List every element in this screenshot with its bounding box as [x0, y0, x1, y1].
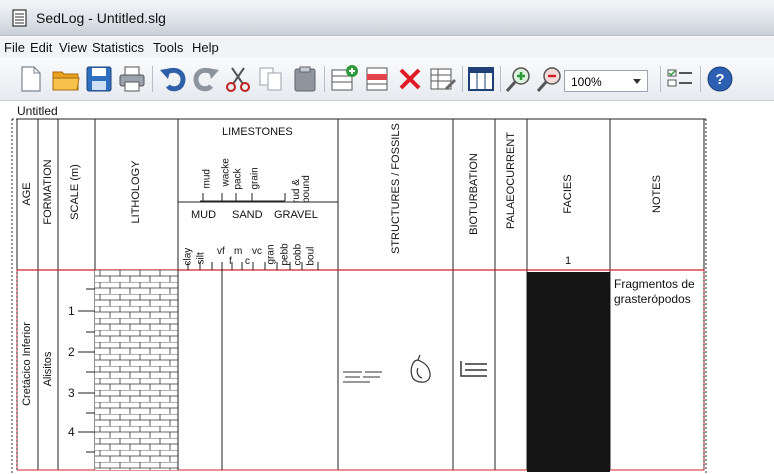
chevron-down-icon — [633, 79, 641, 84]
limestone-type-label: grain — [249, 167, 261, 190]
toolbar-separator — [152, 66, 153, 92]
formation-value: Alisitos — [42, 351, 54, 387]
grain-size-label: pebb — [279, 243, 291, 266]
header-palaeocurrent: PALAEOCURRENT — [505, 132, 517, 229]
header-formation: FORMATION — [42, 159, 54, 225]
grain-size-label: clay — [182, 247, 194, 266]
toolbar-separator — [324, 66, 325, 92]
grain-size-label: vf — [217, 246, 225, 257]
menu-view[interactable]: View — [59, 40, 87, 55]
zoom-select[interactable]: 100% — [564, 70, 648, 92]
grain-size-label: f — [229, 256, 232, 267]
facies-number: 1 — [565, 255, 572, 267]
notes-cell[interactable]: Fragmentos de grasterópodos — [614, 277, 704, 307]
document-title: Untitled — [17, 104, 58, 118]
grain-group-label: GRAVEL — [274, 209, 318, 221]
grain-group-label: SAND — [232, 209, 263, 221]
zoom-value: 100% — [571, 75, 602, 89]
options-icon[interactable] — [664, 64, 696, 94]
svg-text:?: ? — [715, 71, 724, 88]
insert-bed-icon[interactable] — [328, 64, 360, 94]
grain-size-label: boul — [305, 246, 317, 266]
limestone-type-label: mud — [201, 169, 213, 189]
limestone-type-label: wacke — [220, 158, 232, 187]
age-value: Cretácico Inferior — [21, 322, 33, 406]
grain-size-label: c — [245, 256, 250, 267]
edit-grid-icon[interactable] — [427, 64, 459, 94]
header-notes: NOTES — [651, 175, 663, 213]
scale-tick-label: 3 — [68, 386, 75, 400]
header-facies: FACIES — [562, 174, 574, 214]
menu-statistics[interactable]: Statistics — [92, 40, 144, 55]
scale-tick-label: 2 — [68, 345, 75, 359]
app-icon — [12, 9, 27, 27]
menu-help[interactable]: Help — [192, 40, 219, 55]
facies-fill[interactable] — [527, 272, 610, 472]
paste-icon[interactable] — [289, 64, 321, 94]
grain-size-label: silt — [195, 252, 207, 265]
grain-group-label: MUD — [191, 209, 217, 221]
menu-bar: File Edit View Statistics Tools Help — [0, 37, 774, 58]
save-icon[interactable] — [83, 64, 115, 94]
notes-line: Fragmentos de — [614, 277, 695, 291]
open-icon[interactable] — [50, 64, 82, 94]
toolbar-separator — [462, 66, 463, 92]
scale-tick-label: 4 — [68, 425, 75, 439]
new-icon[interactable] — [14, 64, 46, 94]
copy-icon[interactable] — [255, 64, 287, 94]
toolbar-separator — [500, 66, 501, 92]
delete-icon[interactable] — [394, 64, 426, 94]
menu-tools[interactable]: Tools — [153, 40, 183, 55]
columns-icon[interactable] — [465, 64, 497, 94]
toolbar-separator — [700, 66, 701, 92]
window-title: SedLog - Untitled.slg — [36, 10, 166, 26]
insert-row-icon[interactable] — [361, 64, 393, 94]
notes-line: grasterópodos — [614, 292, 691, 306]
menu-file[interactable]: File — [4, 40, 25, 55]
redo-icon[interactable] — [190, 64, 222, 94]
header-lithology: LITHOLOGY — [130, 160, 142, 224]
limestone-type-label: rud & bound — [291, 175, 312, 203]
print-icon[interactable] — [116, 64, 148, 94]
help-icon[interactable]: ? — [704, 64, 736, 94]
header-structures-fossils: STRUCTURES / FOSSILS — [390, 123, 402, 254]
title-bar: SedLog - Untitled.slg — [0, 0, 774, 36]
grain-size-label: m — [234, 246, 243, 257]
scale-tick-label: 1 — [68, 304, 75, 318]
header-age: AGE — [21, 182, 33, 206]
toolbar-separator — [660, 66, 661, 92]
header-bioturbation: BIOTURBATION — [468, 153, 480, 235]
grain-size-label: cobb — [292, 243, 304, 266]
undo-icon[interactable] — [157, 64, 189, 94]
cut-icon[interactable] — [222, 64, 254, 94]
toolbar: 100% ? — [0, 58, 774, 101]
zoom-out-icon[interactable] — [534, 64, 566, 94]
menu-edit[interactable]: Edit — [30, 40, 52, 55]
header-scale: SCALE (m) — [69, 164, 81, 220]
zoom-in-icon[interactable] — [503, 64, 535, 94]
header-limestones: LIMESTONES — [222, 126, 293, 138]
grain-size-label: gran — [265, 244, 277, 265]
grain-size-label: vc — [252, 246, 262, 257]
limestone-type-label: pack — [232, 168, 244, 190]
